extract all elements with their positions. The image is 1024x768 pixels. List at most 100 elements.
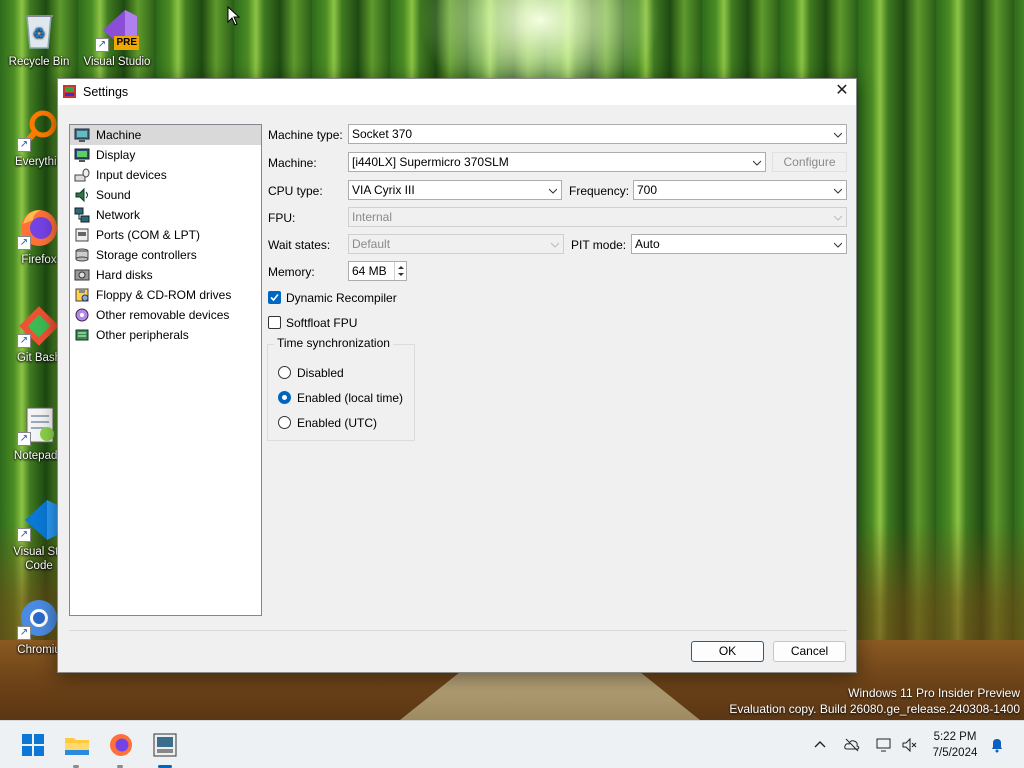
chevron-down-icon — [753, 160, 761, 166]
taskbar-firefox[interactable] — [107, 731, 135, 759]
show-hidden-icons-button[interactable] — [812, 737, 828, 753]
sidebar-item-input-devices[interactable]: Input devices — [70, 165, 261, 185]
shortcut-arrow-icon: ↗ — [17, 528, 31, 542]
dynamic-recompiler-checkbox[interactable]: Dynamic Recompiler — [268, 291, 397, 305]
desktop-icon-visual-studio[interactable]: PRE ↗ Visual Studio — [78, 8, 156, 69]
firefox-icon: ↗ — [17, 206, 61, 250]
chevron-down-icon — [551, 242, 559, 248]
sidebar-item-network[interactable]: Network — [70, 205, 261, 225]
pit-mode-combo[interactable]: Auto — [631, 234, 847, 254]
86box-icon — [153, 733, 177, 757]
sidebar-item-label: Floppy & CD-ROM drives — [96, 288, 232, 302]
sidebar-item-sound[interactable]: Sound — [70, 185, 261, 205]
cpu-type-value: VIA Cyrix III — [352, 183, 415, 197]
floppy-icon — [74, 287, 90, 303]
file-explorer-icon — [65, 738, 89, 755]
recycle-bin-icon: ♻ — [17, 8, 61, 52]
shortcut-arrow-icon: ↗ — [17, 138, 31, 152]
ok-button[interactable]: OK — [691, 641, 764, 662]
shortcut-arrow-icon: ↗ — [17, 236, 31, 250]
dynamic-recompiler-label: Dynamic Recompiler — [286, 291, 397, 305]
cpu-type-combo[interactable]: VIA Cyrix III — [348, 180, 562, 200]
start-button[interactable] — [19, 731, 47, 759]
pit-mode-value: Auto — [635, 237, 660, 251]
sidebar-item-label: Network — [96, 208, 141, 222]
fpu-combo[interactable]: Internal — [348, 207, 847, 227]
sidebar-item-other-removable[interactable]: Other removable devices — [70, 305, 261, 325]
tray-volume[interactable] — [901, 737, 917, 753]
chevron-down-icon — [549, 188, 557, 194]
display-icon — [74, 147, 90, 163]
sidebar-item-ports[interactable]: Ports (COM & LPT) — [70, 225, 261, 245]
chevron-down-icon — [834, 132, 842, 138]
sidebar-item-label: Sound — [96, 188, 131, 202]
radio-selected-icon — [278, 391, 291, 404]
watermark-line2: Evaluation copy. Build 26080.ge_release.… — [729, 702, 1020, 716]
radio-unselected-icon — [278, 366, 291, 379]
shortcut-arrow-icon: ↗ — [95, 38, 109, 52]
clock-time: 5:22 PM — [933, 731, 977, 743]
sidebar-item-hard-disks[interactable]: Hard disks — [70, 265, 261, 285]
sidebar-item-label: Display — [96, 148, 136, 162]
pit-mode-label: PIT mode: — [571, 238, 627, 252]
sidebar-item-machine[interactable]: Machine — [70, 125, 261, 145]
desktop-icon-recycle-bin[interactable]: ♻ Recycle Bin — [0, 8, 78, 69]
softfloat-fpu-label: Softfloat FPU — [286, 316, 358, 330]
time-sync-utc-radio[interactable]: Enabled (UTC) — [278, 416, 377, 430]
input-devices-icon — [74, 167, 90, 183]
cloud-offline-icon — [844, 738, 860, 752]
taskbar: 5:22 PM 7/5/2024 — [0, 720, 1024, 768]
configure-button[interactable]: Configure — [772, 152, 847, 172]
sidebar-item-storage-controllers[interactable]: Storage controllers — [70, 245, 261, 265]
spin-arrows-icon[interactable] — [394, 262, 406, 280]
network-icon — [74, 207, 90, 223]
chevron-up-icon — [814, 741, 826, 748]
wait-states-combo[interactable]: Default — [348, 234, 564, 254]
machine-type-combo[interactable]: Socket 370 — [348, 124, 847, 144]
removable-icon — [74, 307, 90, 323]
softfloat-fpu-checkbox[interactable]: Softfloat FPU — [268, 316, 357, 330]
watermark-line1: Windows 11 Pro Insider Preview — [848, 686, 1020, 700]
sidebar-item-label: Other peripherals — [96, 328, 189, 342]
cancel-button[interactable]: Cancel — [773, 641, 846, 662]
shortcut-arrow-icon: ↗ — [17, 432, 31, 446]
sidebar-item-display[interactable]: Display — [70, 145, 261, 165]
settings-window: Settings ✕ Machine Display Input devices… — [57, 78, 857, 673]
window-title: Settings — [83, 85, 129, 99]
titlebar[interactable]: Settings ✕ — [58, 79, 856, 105]
tray-network[interactable] — [876, 737, 892, 753]
pre-badge: PRE — [114, 36, 139, 50]
ports-icon — [74, 227, 90, 243]
close-button[interactable]: ✕ — [828, 79, 856, 105]
machine-icon — [74, 127, 90, 143]
checkbox-unchecked-icon — [268, 316, 281, 329]
sidebar-item-label: Hard disks — [96, 268, 153, 282]
time-sync-local-radio[interactable]: Enabled (local time) — [278, 391, 403, 405]
taskbar-file-explorer[interactable] — [63, 731, 91, 759]
frequency-combo[interactable]: 700 — [633, 180, 847, 200]
machine-combo[interactable]: [i440LX] Supermicro 370SLM — [348, 152, 766, 172]
taskbar-86box[interactable] — [151, 731, 179, 759]
button-separator — [69, 630, 847, 631]
volume-muted-icon — [902, 737, 917, 753]
taskbar-clock[interactable]: 5:22 PM 7/5/2024 — [920, 729, 990, 761]
bell-icon — [992, 739, 1002, 753]
radio-label: Enabled (UTC) — [297, 416, 378, 430]
visual-studio-icon: PRE ↗ — [95, 8, 139, 52]
desktop-icon-label: Recycle Bin — [8, 56, 70, 68]
time-sync-disabled-radio[interactable]: Disabled — [278, 366, 344, 380]
cpu-type-label: CPU type: — [268, 184, 323, 198]
clock-date: 7/5/2024 — [932, 747, 978, 759]
windows-start-icon — [22, 734, 44, 756]
sidebar-item-floppy-cdrom[interactable]: Floppy & CD-ROM drives — [70, 285, 261, 305]
wait-states-label: Wait states: — [268, 238, 331, 252]
shortcut-arrow-icon: ↗ — [17, 626, 31, 640]
memory-spinbox[interactable]: 64 MB — [348, 261, 407, 281]
sidebar-item-other-peripherals[interactable]: Other peripherals — [70, 325, 261, 345]
tray-onedrive[interactable] — [844, 737, 860, 753]
time-sync-group: Time synchronization Disabled Enabled (l… — [267, 336, 415, 441]
notification-button[interactable] — [989, 737, 1005, 753]
peripherals-icon — [74, 327, 90, 343]
wait-states-value: Default — [352, 237, 391, 251]
vscode-icon: ↗ — [17, 498, 61, 542]
